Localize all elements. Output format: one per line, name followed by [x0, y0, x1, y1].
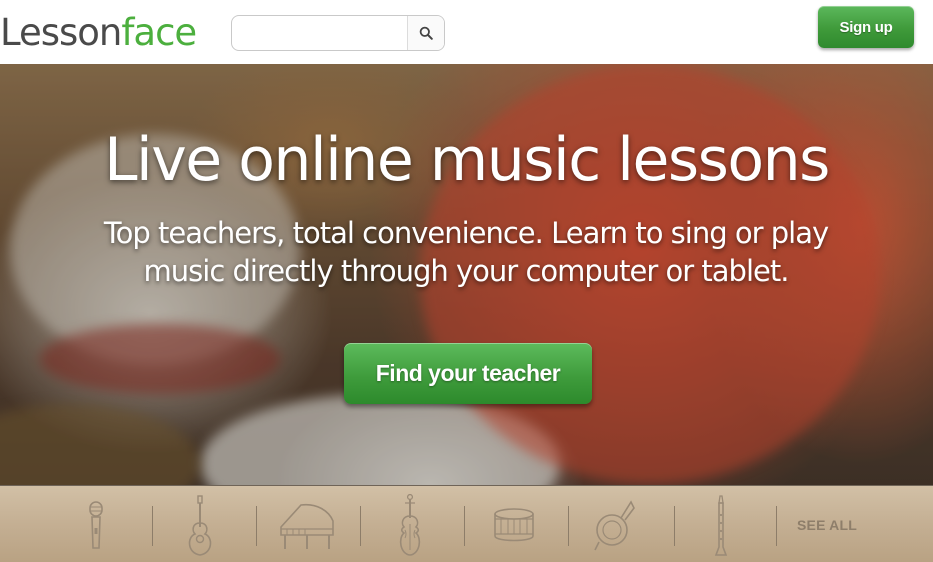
- page: Lessonface Sign up Live online music les…: [0, 0, 933, 562]
- microphone-icon: [89, 501, 103, 549]
- separator: [256, 506, 257, 546]
- separator: [568, 506, 569, 546]
- separator: [360, 506, 361, 546]
- search-box: [231, 15, 445, 51]
- instrument-guitar[interactable]: [180, 495, 220, 556]
- clarinet-icon: [714, 495, 728, 556]
- search-input[interactable]: [232, 16, 408, 50]
- hero-subtitle: Top teachers, total convenience. Learn t…: [103, 216, 829, 288]
- separator: [464, 506, 465, 546]
- french-horn-icon: [594, 500, 635, 551]
- instrument-piano[interactable]: [276, 496, 338, 556]
- separator: [674, 506, 675, 546]
- guitar-icon: [188, 495, 212, 556]
- instrument-bar: SEE ALL: [0, 485, 933, 562]
- header: Lessonface Sign up: [0, 0, 933, 64]
- instrument-brass[interactable]: [592, 496, 636, 556]
- find-teacher-button[interactable]: Find your teacher: [344, 343, 592, 404]
- see-all-link[interactable]: SEE ALL: [797, 517, 857, 533]
- piano-icon: [280, 503, 334, 549]
- separator: [152, 506, 153, 546]
- logo-text-face: face: [121, 11, 197, 54]
- search-button[interactable]: [407, 16, 444, 50]
- logo[interactable]: Lessonface: [0, 11, 197, 55]
- violin-icon: [399, 494, 421, 556]
- instrument-voice[interactable]: [80, 496, 112, 556]
- search-icon: [419, 26, 433, 40]
- hero-title: Live online music lessons: [104, 125, 830, 195]
- separator: [776, 506, 777, 546]
- signup-button[interactable]: Sign up: [818, 6, 914, 48]
- hero-banner: Live online music lessons Top teachers, …: [0, 64, 933, 485]
- instrument-violin[interactable]: [392, 494, 428, 556]
- instrument-drums[interactable]: [490, 496, 538, 556]
- logo-text-lesson: Lesson: [0, 11, 122, 54]
- instrument-woodwind[interactable]: [710, 495, 732, 556]
- drum-icon: [494, 508, 534, 542]
